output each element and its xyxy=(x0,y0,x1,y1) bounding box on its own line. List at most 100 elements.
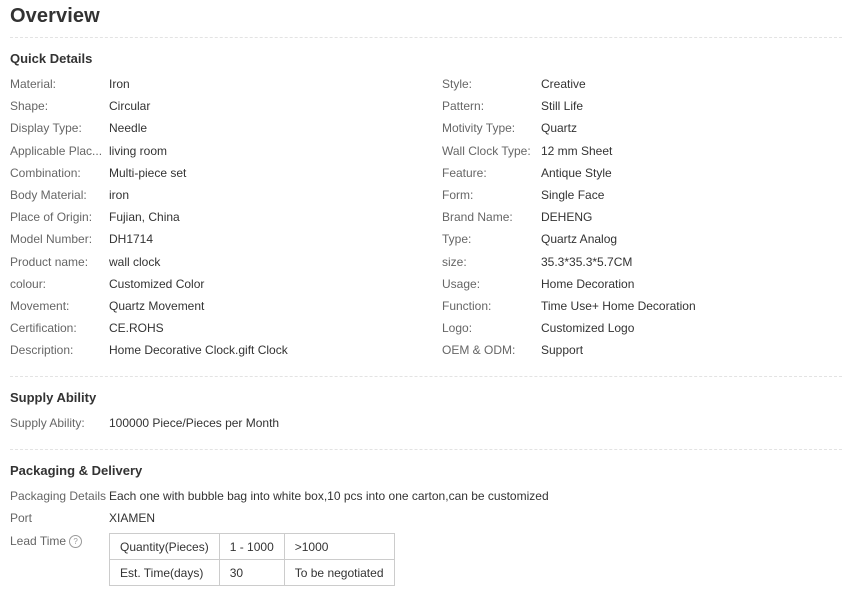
detail-row: Function: Time Use+ Home Decoration xyxy=(442,297,842,315)
divider xyxy=(10,376,842,377)
detail-value: Iron xyxy=(109,77,130,91)
detail-value: living room xyxy=(109,143,168,158)
detail-row: OEM & ODM: Support xyxy=(442,341,842,359)
detail-label: Product name: xyxy=(10,254,89,269)
detail-row: Shape: Circular xyxy=(10,97,430,115)
detail-row: Wall Clock Type: 12 mm Sheet xyxy=(442,142,842,160)
detail-value: Multi-piece set xyxy=(109,165,187,180)
table-cell: To be negotiated xyxy=(283,559,395,586)
detail-label: Combination: xyxy=(10,165,81,180)
detail-row: Style: Creative xyxy=(442,75,842,93)
detail-label: Pattern: xyxy=(442,99,485,114)
supply-ability-row: Supply Ability: 100000 Piece/Pieces per … xyxy=(10,414,430,432)
detail-label: colour: xyxy=(10,276,47,291)
detail-label: Function: xyxy=(442,299,492,313)
detail-label: Body Material: xyxy=(10,188,87,202)
detail-value: Single Face xyxy=(541,188,605,202)
question-circle-icon[interactable]: ? xyxy=(69,535,83,549)
detail-value: Quartz Analog xyxy=(541,232,618,247)
detail-label: Material: xyxy=(10,77,57,91)
detail-value: 12 mm Sheet xyxy=(541,143,613,158)
detail-value: Customized Color xyxy=(109,276,205,291)
detail-value: Still Life xyxy=(541,99,584,114)
detail-label: Model Number: xyxy=(10,232,93,247)
detail-row: Model Number: DH1714 xyxy=(10,230,430,248)
detail-label: Display Type: xyxy=(10,121,82,136)
table-cell: >1000 xyxy=(283,533,395,560)
detail-label: Packaging Details xyxy=(10,489,107,503)
detail-label: Lead Time xyxy=(10,534,67,548)
detail-label: Description: xyxy=(10,343,74,358)
detail-label: Place of Origin: xyxy=(10,210,93,225)
packaging-delivery-heading: Packaging & Delivery xyxy=(10,463,143,478)
detail-value: Antique Style xyxy=(541,165,612,180)
detail-label: Port xyxy=(10,511,33,525)
detail-row: Certification: CE.ROHS xyxy=(10,319,430,337)
detail-row: Description: Home Decorative Clock.gift C… xyxy=(10,341,430,359)
detail-row: Product name: wall clock xyxy=(10,253,430,271)
detail-value: Creative xyxy=(541,77,586,91)
lead-time-label-wrap: Lead Time? xyxy=(10,532,108,550)
table-cell: Est. Time(days) xyxy=(109,559,220,586)
divider xyxy=(10,449,842,450)
detail-label: Brand Name: xyxy=(442,210,513,225)
detail-row: size: 35.3*35.3*5.7CM xyxy=(442,253,842,271)
supply-ability-heading: Supply Ability xyxy=(10,390,97,405)
detail-row: Place of Origin: Fujian, China xyxy=(10,208,430,226)
detail-value: CE.ROHS xyxy=(109,321,164,336)
port-row: Port XIAMEN xyxy=(10,509,430,527)
detail-value: Quartz Movement xyxy=(109,299,205,313)
detail-label: Shape: xyxy=(10,99,49,114)
table-cell: 1 - 1000 xyxy=(218,533,285,560)
table-row: Est. Time(days) 30 To be negotiated xyxy=(109,559,395,586)
detail-label: OEM & ODM: xyxy=(442,343,516,358)
detail-value: Each one with bubble bag into white box,… xyxy=(109,489,549,503)
quick-details-heading: Quick Details xyxy=(10,51,93,66)
detail-value: XIAMEN xyxy=(109,511,156,525)
detail-row: Combination: Multi-piece set xyxy=(10,164,430,182)
detail-row: Usage: Home Decoration xyxy=(442,275,842,293)
detail-value: iron xyxy=(109,188,130,202)
product-overview: Overview Quick Details Material: Iron Shap… xyxy=(0,0,852,601)
detail-value: Home Decoration xyxy=(541,276,635,291)
detail-label: Motivity Type: xyxy=(442,121,516,136)
detail-row: Motivity Type: Quartz xyxy=(442,119,842,137)
detail-row: Form: Single Face xyxy=(442,186,842,204)
detail-value: Quartz xyxy=(541,121,578,136)
detail-row: Logo: Customized Logo xyxy=(442,319,842,337)
detail-label: Wall Clock Type: xyxy=(442,143,531,158)
detail-row: Pattern: Still Life xyxy=(442,97,842,115)
detail-label: Applicable Plac... xyxy=(10,143,103,158)
detail-row: Material: Iron xyxy=(10,75,430,93)
detail-label: Logo: xyxy=(442,321,473,336)
lead-time-table: Quantity(Pieces) 1 - 1000 >1000 Est. Time(d… xyxy=(109,533,395,586)
detail-value: Needle xyxy=(109,121,148,136)
detail-label: Supply Ability: xyxy=(10,416,85,430)
detail-label: Type: xyxy=(442,232,472,247)
detail-value: DEHENG xyxy=(541,210,593,225)
detail-value: Home Decorative Clock.gift Clock xyxy=(109,343,288,358)
detail-row: Applicable Plac... living room xyxy=(10,142,430,160)
detail-value: wall clock xyxy=(109,254,161,269)
detail-value: Time Use+ Home Decoration xyxy=(541,299,696,313)
table-row: Quantity(Pieces) 1 - 1000 >1000 xyxy=(109,533,395,560)
detail-row: Brand Name: DEHENG xyxy=(442,208,842,226)
detail-row: Movement: Quartz Movement xyxy=(10,297,430,315)
detail-value: DH1714 xyxy=(109,232,154,247)
divider xyxy=(10,37,842,38)
detail-label: size: xyxy=(442,254,467,269)
page-title: Overview xyxy=(10,5,100,27)
detail-value: Fujian, China xyxy=(109,210,180,225)
detail-row: Body Material: iron xyxy=(10,186,430,204)
detail-row: Display Type: Needle xyxy=(10,119,430,137)
detail-label: Style: xyxy=(442,77,473,91)
detail-row: Type: Quartz Analog xyxy=(442,230,842,248)
detail-value: Customized Logo xyxy=(541,321,635,336)
detail-value: 100000 Piece/Pieces per Month xyxy=(109,416,280,430)
table-cell: 30 xyxy=(218,559,285,586)
detail-label: Movement: xyxy=(10,299,70,313)
detail-label: Form: xyxy=(442,188,474,202)
table-cell: Quantity(Pieces) xyxy=(109,533,220,560)
detail-label: Usage: xyxy=(442,276,481,291)
detail-label: Feature: xyxy=(442,165,487,180)
